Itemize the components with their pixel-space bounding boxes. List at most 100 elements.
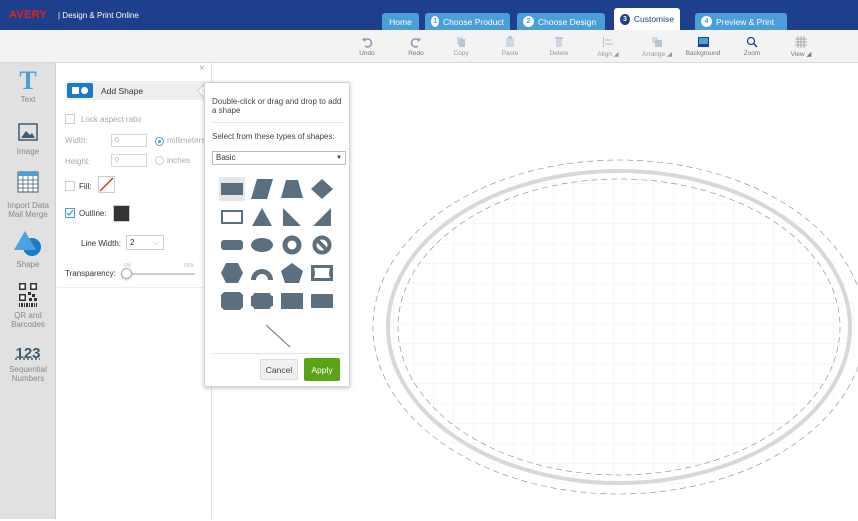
sidebar-label: Shape	[16, 260, 40, 269]
shape-rectangle[interactable]	[219, 177, 245, 201]
inches-label: inches	[167, 156, 191, 165]
sidebar-item-qr-barcodes[interactable]: QR and Barcodes	[0, 281, 56, 329]
add-shape-button[interactable]: Add Shape	[65, 81, 205, 100]
tab-label: Choose Product	[443, 16, 504, 27]
panel-divider	[57, 287, 212, 288]
inches-radio[interactable]	[155, 156, 164, 165]
zoom-icon	[732, 33, 772, 50]
shape-no-symbol[interactable]	[309, 233, 335, 257]
shape-category-select[interactable]: Basic ▼	[212, 151, 346, 165]
view-button[interactable]: View ◢	[781, 33, 821, 58]
lock-aspect-label: Lock aspect ratio	[81, 115, 142, 124]
shape-rounded-rectangle[interactable]	[219, 233, 245, 257]
align-button[interactable]: Align ◢	[588, 33, 628, 58]
qr-code-icon	[0, 281, 56, 311]
redo-button[interactable]: Redo	[396, 33, 436, 57]
shape-frame[interactable]	[309, 261, 335, 285]
paste-icon	[490, 33, 530, 50]
grid-overlay	[382, 164, 856, 490]
undo-label: Undo	[359, 50, 375, 57]
undo-button[interactable]: Undo	[347, 33, 387, 57]
fill-color-swatch[interactable]	[98, 176, 115, 193]
apply-button[interactable]: Apply	[304, 358, 340, 381]
cancel-button[interactable]: Cancel	[260, 359, 298, 380]
outline-color-swatch[interactable]	[113, 205, 130, 222]
fill-checkbox[interactable]	[65, 181, 75, 191]
shape-pentagon[interactable]	[279, 261, 305, 285]
sidebar-item-text[interactable]: T Text	[0, 66, 56, 105]
redo-label: Redo	[408, 50, 424, 57]
sidebar-item-shape[interactable]: Shape	[0, 228, 56, 269]
shape-line[interactable]	[263, 321, 293, 351]
shape-ring[interactable]	[279, 233, 305, 257]
shape-plaque[interactable]	[279, 289, 305, 313]
millimeters-label: millimeters	[167, 136, 206, 145]
outline-label: Outline:	[79, 209, 107, 218]
width-field[interactable]: 0	[111, 134, 147, 147]
millimeters-radio[interactable]	[155, 137, 164, 146]
tab-preview-print[interactable]: 4 Preview & Print	[695, 13, 787, 30]
paste-button[interactable]: Paste	[490, 33, 530, 57]
transparency-slider-track[interactable]	[123, 273, 195, 275]
shape-folded-rectangle[interactable]	[309, 289, 335, 313]
view-label: View	[790, 51, 805, 58]
tab-choose-product[interactable]: 1 Choose Product	[425, 13, 510, 30]
text-icon: T	[19, 66, 37, 95]
height-label: Height:	[65, 157, 91, 166]
delete-label: Delete	[549, 50, 569, 57]
numbers-icon: 123	[15, 345, 41, 362]
shape-arch[interactable]	[249, 261, 275, 285]
shape-octagon-rectangle[interactable]	[219, 289, 245, 313]
tab-choose-design[interactable]: 2 Choose Design	[517, 13, 605, 30]
arrange-label: Arrange	[642, 51, 666, 58]
avery-logo[interactable]: AVERY	[9, 9, 47, 21]
sidebar-item-sequential-numbers[interactable]: 123 Sequential Numbers	[0, 343, 56, 383]
arrange-button[interactable]: Arrange ◢	[637, 33, 677, 58]
tab-customise[interactable]: 3 Customise	[614, 8, 680, 30]
shape-diamond[interactable]	[309, 177, 335, 201]
copy-icon	[441, 33, 481, 50]
zoom-button[interactable]: Zoom	[732, 33, 772, 57]
add-shape-icon	[67, 83, 93, 98]
outline-checkbox[interactable]	[65, 208, 75, 218]
shape-right-triangle[interactable]	[279, 205, 305, 229]
step-number: 2	[523, 16, 534, 27]
shape-rectangle-outline[interactable]	[219, 205, 245, 229]
divider	[212, 353, 344, 354]
step-number: 3	[620, 13, 630, 25]
copy-button[interactable]: Copy	[441, 33, 481, 57]
shape-properties-panel: × Add Shape Lock aspect ratio Width: 0 m…	[57, 63, 212, 519]
shape-triangle[interactable]	[249, 205, 275, 229]
fill-label: Fill:	[79, 182, 92, 191]
shape-parallelogram[interactable]	[249, 177, 275, 201]
lock-aspect-checkbox[interactable]	[65, 114, 75, 124]
sidebar-item-image[interactable]: Image	[0, 123, 56, 156]
transparency-slider-handle[interactable]	[121, 268, 132, 279]
redo-icon	[396, 33, 436, 50]
shape-ellipse[interactable]	[249, 233, 275, 257]
align-icon	[588, 33, 628, 50]
shape-notched-rectangle[interactable]	[249, 289, 275, 313]
background-button[interactable]: Background	[683, 33, 723, 57]
table-icon	[0, 171, 56, 201]
chevron-down-icon: ⌵	[152, 238, 159, 247]
shape-trapezoid[interactable]	[279, 177, 305, 201]
close-icon[interactable]: ×	[199, 63, 205, 74]
shape-hexagon[interactable]	[219, 261, 245, 285]
category-value: Basic	[216, 153, 236, 162]
shape-picker-popup: Double-click or drag and drop to add a s…	[204, 82, 350, 387]
line-width-select[interactable]: 2 ⌵	[126, 235, 164, 250]
shape-right-triangle-flipped[interactable]	[309, 205, 335, 229]
tab-label: Customise	[633, 14, 674, 24]
shape-icon	[0, 228, 56, 260]
height-field[interactable]: 0	[111, 154, 147, 167]
left-sidebar: T Text Image Import Data Mail Merge Shap…	[0, 63, 56, 519]
copy-label: Copy	[453, 50, 469, 57]
popup-instructions: Double-click or drag and drop to add a s…	[212, 97, 342, 115]
step-number: 1	[431, 16, 440, 27]
delete-button[interactable]: Delete	[539, 33, 579, 57]
sidebar-item-mail-merge[interactable]: Import Data Mail Merge	[0, 171, 56, 219]
brand-subtitle: | Design & Print Online	[58, 11, 139, 20]
tab-home[interactable]: Home	[382, 13, 419, 30]
add-shape-label: Add Shape	[101, 85, 144, 96]
